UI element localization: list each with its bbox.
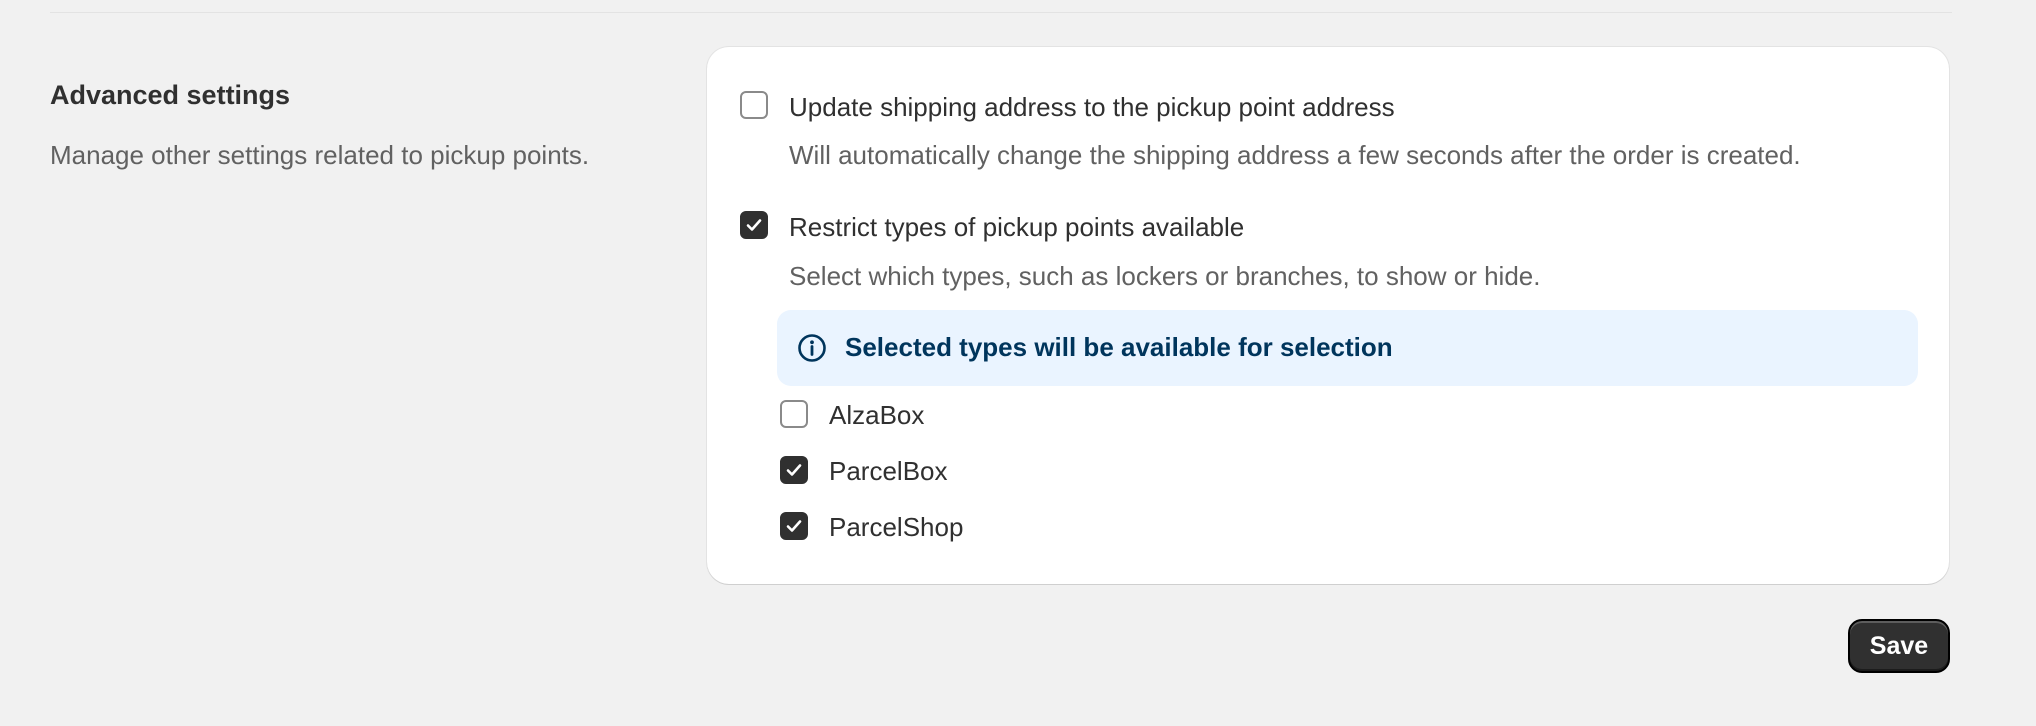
info-banner-text: Selected types will be available for sel… — [845, 332, 1393, 362]
top-divider — [50, 12, 1952, 13]
checkmark-icon — [746, 219, 762, 231]
save-button[interactable]: Save — [1848, 619, 1950, 673]
update-address-checkbox[interactable] — [740, 91, 768, 119]
pickup-type-checkbox-parcelshop[interactable] — [780, 512, 808, 540]
pickup-type-checkbox-alzabox[interactable] — [780, 400, 808, 428]
info-banner: Selected types will be available for sel… — [777, 310, 1918, 386]
pickup-type-label-parcelshop[interactable]: ParcelShop — [829, 512, 963, 543]
restrict-types-checkbox[interactable] — [740, 211, 768, 239]
checkmark-icon — [786, 464, 802, 476]
restrict-types-help: Select which types, such as lockers or b… — [789, 261, 1541, 291]
pickup-type-label-parcelbox[interactable]: ParcelBox — [829, 456, 948, 487]
checkmark-icon — [786, 520, 802, 532]
pickup-type-label-alzabox[interactable]: AlzaBox — [829, 400, 924, 431]
pickup-type-checkbox-parcelbox[interactable] — [780, 456, 808, 484]
section-description: Manage other settings related to pickup … — [50, 140, 590, 170]
update-address-help: Will automatically change the shipping a… — [789, 140, 1801, 170]
section-title: Advanced settings — [50, 80, 291, 110]
info-icon — [798, 334, 826, 362]
update-address-label[interactable]: Update shipping address to the pickup po… — [789, 92, 1395, 123]
restrict-types-label[interactable]: Restrict types of pickup points availabl… — [789, 212, 1244, 243]
